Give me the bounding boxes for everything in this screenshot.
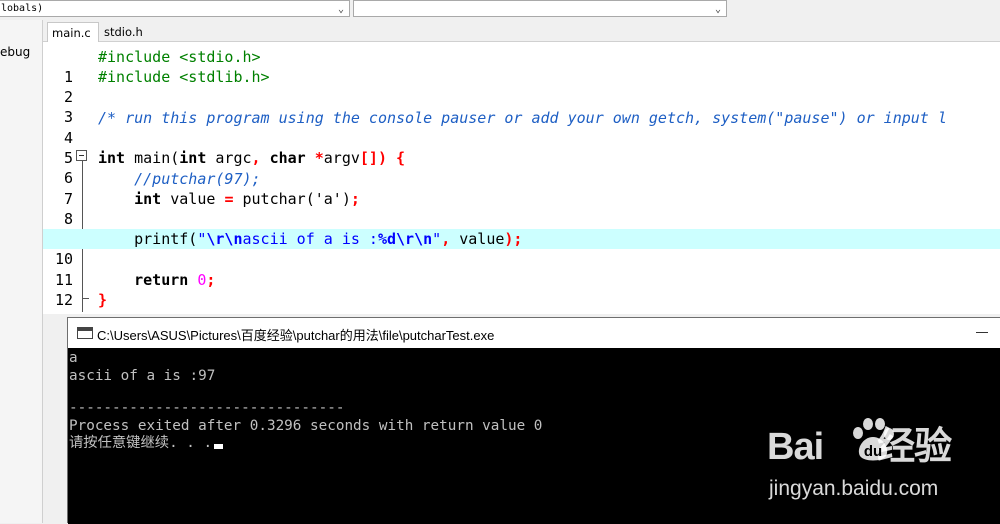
code-line-highlighted[interactable]: 10 printf("\r\nascii of a is :%d\r\n", v… — [43, 229, 1000, 268]
code-line[interactable]: 9 — [43, 209, 1000, 248]
console-prompt-line: 请按任意键继续. . . — [69, 435, 224, 452]
tab-main-c[interactable]: main.c — [47, 22, 99, 42]
baidu-jingyan-watermark: Bai 经验 du jingyan.baidu.com — [767, 415, 997, 505]
console-app-icon — [77, 327, 93, 339]
code-text: return 0; — [134, 271, 216, 289]
code-line[interactable]: 6 int main(int argc, char *argv[]) { — [43, 148, 1000, 187]
chevron-down-icon[interactable]: ⌄ — [338, 2, 344, 17]
code-line[interactable]: 3 — [43, 87, 1000, 126]
code-line[interactable]: 11 — [43, 250, 1000, 289]
tab-debug[interactable]: ebug — [0, 43, 33, 61]
text-cursor — [214, 444, 224, 449]
console-line: ascii of a is :97 — [69, 368, 216, 384]
editor-tab-bar: main.c stdio.h — [43, 20, 1000, 42]
line-number: 13 — [43, 310, 73, 314]
member-combobox[interactable]: ⌄ — [353, 0, 727, 17]
code-line[interactable]: 8 int value = putchar('a'); — [43, 189, 1000, 228]
chevron-down-icon[interactable]: ⌄ — [715, 2, 721, 17]
toolbar: lobals) ⌄ ⌄ — [0, 0, 1000, 20]
code-line[interactable]: 13 } — [43, 290, 1000, 314]
code-text: int main(int argc, char *argv[]) { — [98, 149, 406, 167]
code-line[interactable]: 4 /* run this program using the console … — [43, 108, 1000, 147]
scope-combobox[interactable]: lobals) ⌄ — [0, 0, 350, 17]
scope-combobox-value: lobals) — [1, 3, 44, 14]
console-line: a — [69, 350, 78, 366]
code-line[interactable]: 5 — [43, 128, 1000, 167]
code-text: } — [98, 291, 108, 309]
code-line[interactable]: 12 return 0; — [43, 270, 1000, 309]
code-text: int value = putchar('a'); — [134, 190, 360, 208]
code-text: #include <stdlib.h> — [98, 68, 270, 86]
code-comment: /* run this program using the console pa… — [98, 109, 947, 127]
code-line[interactable]: 1 #include <stdio.h> — [43, 47, 1000, 86]
code-text: #include <stdio.h> — [98, 48, 261, 66]
code-editor[interactable]: 1 #include <stdio.h> 2 #include <stdlib.… — [43, 42, 1000, 314]
svg-text:du: du — [864, 443, 882, 460]
console-line: 请按任意键继续. . . — [69, 435, 213, 451]
console-titlebar[interactable]: C:\Users\ASUS\Pictures\百度经验\putchar的用法\f… — [68, 318, 1000, 348]
console-title: C:\Users\ASUS\Pictures\百度经验\putchar的用法\f… — [97, 328, 495, 343]
code-text: printf("\r\nascii of a is :%d\r\n", valu… — [134, 230, 523, 248]
minimize-icon[interactable] — [976, 332, 988, 333]
code-line[interactable]: 2 #include <stdlib.h> — [43, 67, 1000, 106]
paw-icon: du — [853, 418, 894, 461]
console-line: Process exited after 0.3296 seconds with… — [69, 418, 543, 434]
left-panel: ebug — [0, 20, 43, 523]
console-line: -------------------------------- — [69, 400, 345, 416]
code-line[interactable]: 7 //putchar(97); — [43, 169, 1000, 208]
code-text: //putchar(97); — [134, 170, 261, 188]
watermark-url: jingyan.baidu.com — [769, 477, 939, 500]
tab-stdio-h[interactable]: stdio.h — [100, 22, 148, 42]
